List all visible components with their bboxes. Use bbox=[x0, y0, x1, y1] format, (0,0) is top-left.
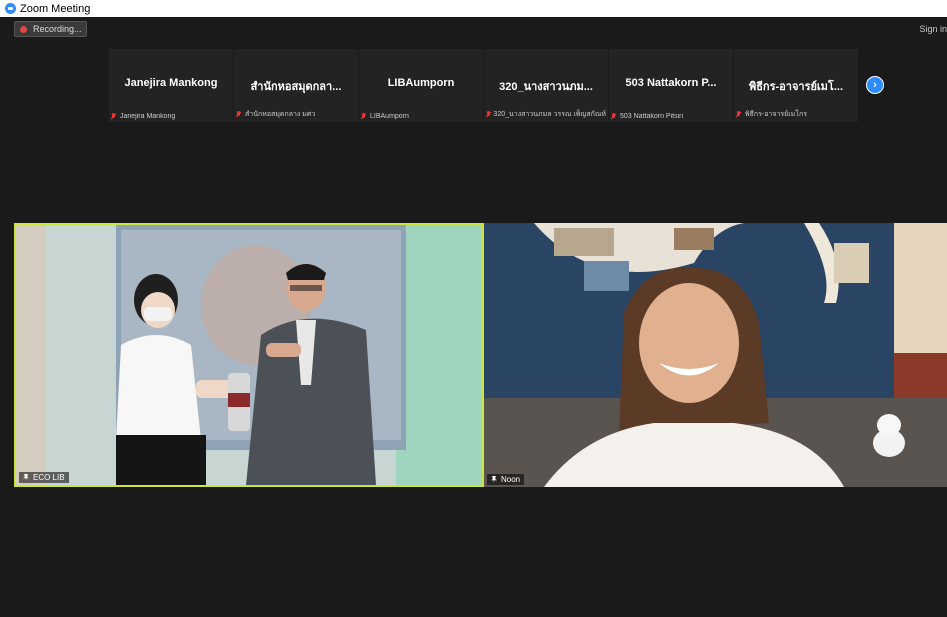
mic-muted-icon bbox=[736, 111, 741, 118]
video-tile-speaker[interactable]: Noon bbox=[484, 223, 947, 487]
participant-tile[interactable]: 503 Nattakorn P... 503 Nattakorn Pitsiri bbox=[609, 49, 733, 122]
mic-muted-icon bbox=[611, 113, 616, 120]
mic-muted-icon bbox=[486, 111, 491, 118]
pin-icon bbox=[23, 474, 29, 481]
mic-muted-icon bbox=[236, 111, 241, 118]
participant-label: 503 Nattakorn Pitsiri bbox=[611, 113, 683, 120]
participant-name: พิธีกร-อาจารย์เมโ... bbox=[748, 81, 844, 93]
participant-tile[interactable]: Janejira Mankong Janejira Mankong bbox=[109, 49, 233, 122]
video-tile-active-speaker[interactable]: ECO LIB bbox=[14, 223, 484, 487]
participant-name: สำนักหอสมุดกลา... bbox=[250, 81, 342, 93]
video-feed-eco-lib bbox=[16, 225, 482, 485]
pin-icon bbox=[491, 476, 497, 483]
next-page-button[interactable]: › bbox=[866, 76, 884, 94]
zoom-logo-icon bbox=[5, 3, 16, 14]
video-feed-noon bbox=[484, 223, 947, 487]
participant-name: 503 Nattakorn P... bbox=[625, 77, 717, 89]
window-titlebar: Zoom Meeting bbox=[0, 0, 947, 17]
sign-in-link[interactable]: Sign in bbox=[919, 24, 947, 34]
participant-label: Janejira Mankong bbox=[111, 113, 175, 120]
mic-muted-icon bbox=[361, 113, 366, 120]
participant-tile[interactable]: สำนักหอสมุดกลา... สำนักหอสมุดกลาง มศว bbox=[234, 49, 358, 122]
participant-name: Janejira Mankong bbox=[124, 77, 218, 89]
participant-tile[interactable]: LIBAumporn LIBAumporn bbox=[359, 49, 483, 122]
participant-name: 320_นางสาวนภม... bbox=[499, 81, 593, 93]
recording-label: Recording... bbox=[33, 24, 82, 34]
participant-label: 320_นางสาวนภมล วรรณ เพ็ญสกัณห์ bbox=[486, 109, 606, 120]
participant-label: LIBAumporn bbox=[361, 113, 409, 120]
recording-indicator[interactable]: Recording... bbox=[14, 21, 87, 37]
participant-tile[interactable]: 320_นางสาวนภม... 320_นางสาวนภมล วรรณ เพ็… bbox=[484, 49, 608, 122]
window-title: Zoom Meeting bbox=[20, 2, 91, 15]
recording-dot-icon bbox=[20, 25, 27, 33]
chevron-right-icon: › bbox=[873, 79, 877, 91]
video-name-label: ECO LIB bbox=[19, 472, 69, 483]
participant-name: LIBAumporn bbox=[387, 77, 455, 89]
participant-label: สำนักหอสมุดกลาง มศว bbox=[236, 109, 315, 120]
participant-tile[interactable]: พิธีกร-อาจารย์เมโ... พิธีกร-อาจารย์เมโกร bbox=[734, 49, 858, 122]
mic-muted-icon bbox=[111, 113, 116, 120]
video-name-label: Noon bbox=[487, 474, 525, 485]
participant-label: พิธีกร-อาจารย์เมโกร bbox=[736, 109, 807, 120]
